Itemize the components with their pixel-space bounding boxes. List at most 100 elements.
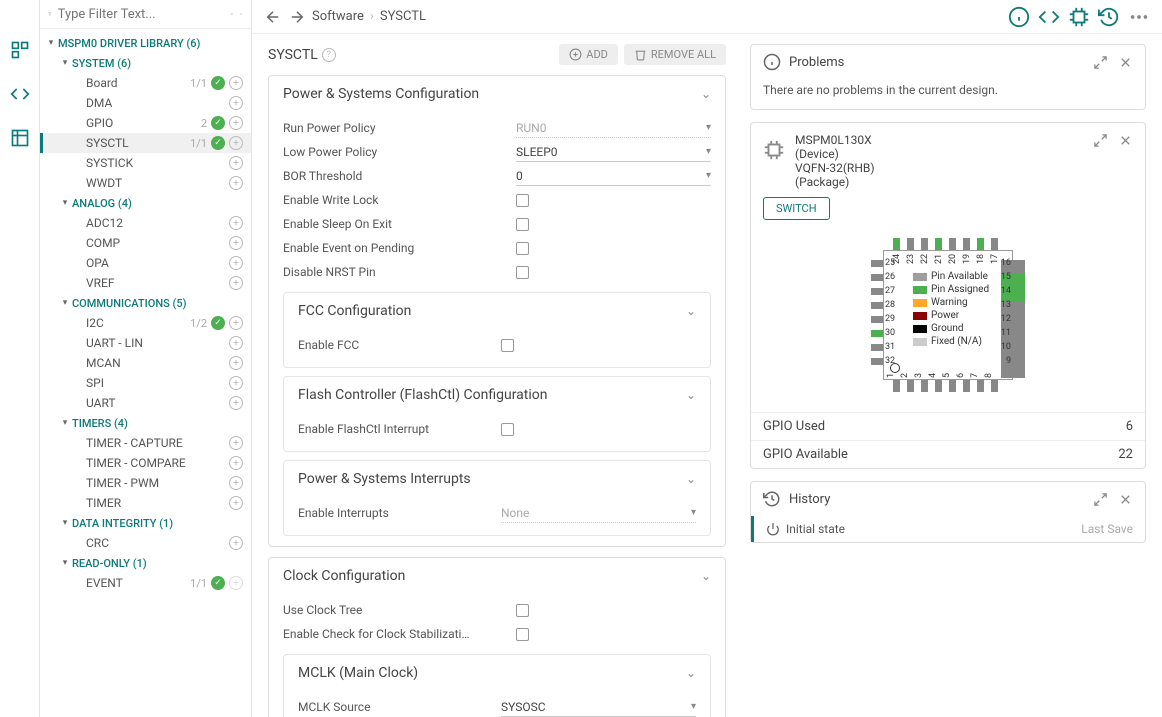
add-icon[interactable]: +: [229, 136, 243, 150]
close-icon[interactable]: [1118, 492, 1133, 507]
panel-header-power[interactable]: Power & Systems Configuration ⌄: [269, 76, 725, 112]
tree-row[interactable]: UART+: [40, 393, 251, 413]
check-sleep-exit[interactable]: [516, 218, 529, 231]
chip-pin[interactable]: [977, 380, 984, 392]
expand-icon[interactable]: [1093, 492, 1108, 507]
check-disable-nrst[interactable]: [516, 266, 529, 279]
rail-code-icon[interactable]: [10, 84, 30, 104]
tree-row[interactable]: TIMER - PWM+: [40, 473, 251, 493]
chip-pin[interactable]: [935, 238, 942, 250]
add-icon[interactable]: +: [229, 356, 243, 370]
help-icon[interactable]: ?: [322, 48, 336, 62]
info-icon[interactable]: [1008, 6, 1030, 28]
add-icon[interactable]: +: [229, 236, 243, 250]
add-icon[interactable]: +: [229, 336, 243, 350]
chip-pin[interactable]: [871, 288, 883, 295]
check-clock-stab[interactable]: [516, 628, 529, 641]
chip-pin[interactable]: [963, 380, 970, 392]
add-icon[interactable]: +: [229, 96, 243, 110]
close-icon[interactable]: [1118, 55, 1133, 70]
add-icon[interactable]: +: [229, 256, 243, 270]
check-flash-int[interactable]: [501, 423, 514, 436]
tree-row[interactable]: UART - LIN+: [40, 333, 251, 353]
chip-pin[interactable]: [935, 380, 942, 392]
check-event-pending[interactable]: [516, 242, 529, 255]
chip-pin[interactable]: [871, 302, 883, 309]
history-top-icon[interactable]: [1098, 6, 1120, 28]
chip-pin[interactable]: [991, 238, 998, 250]
add-icon[interactable]: +: [229, 496, 243, 510]
chip-pin[interactable]: [871, 274, 883, 281]
select-mclk-source[interactable]: SYSOSC▾: [501, 698, 696, 717]
check-enable-fcc[interactable]: [501, 339, 514, 352]
chip-pin[interactable]: [893, 380, 900, 392]
tree-row[interactable]: TIMER - CAPTURE+: [40, 433, 251, 453]
select-interrupts[interactable]: None▾: [501, 504, 696, 523]
chip-pin[interactable]: [871, 358, 883, 365]
tree-row[interactable]: COMP+: [40, 233, 251, 253]
tree-row[interactable]: TIMER+: [40, 493, 251, 513]
expand-icon[interactable]: [1093, 133, 1108, 148]
chip-pin[interactable]: [1001, 358, 1025, 378]
check-use-tree[interactable]: [516, 604, 529, 617]
rail-config-icon[interactable]: [10, 40, 30, 60]
panel-header-clock[interactable]: Clock Configuration⌄: [269, 558, 725, 594]
chip-pin[interactable]: [907, 380, 914, 392]
add-icon[interactable]: +: [229, 216, 243, 230]
tree-row[interactable]: SYSTICK+: [40, 153, 251, 173]
chip-icon[interactable]: [1068, 6, 1090, 28]
tree-row[interactable]: CRC+: [40, 533, 251, 553]
switch-button[interactable]: SWITCH: [763, 197, 830, 220]
add-icon[interactable]: +: [229, 156, 243, 170]
tree-row[interactable]: SYSCTL1/1✓+: [40, 133, 251, 153]
chip-pin[interactable]: [949, 380, 956, 392]
add-icon[interactable]: +: [229, 436, 243, 450]
filter-input[interactable]: [58, 7, 224, 22]
expand-icon[interactable]: [1093, 55, 1108, 70]
add-icon[interactable]: +: [229, 476, 243, 490]
select-bor[interactable]: 0▾: [516, 167, 711, 186]
add-button[interactable]: ADD: [559, 44, 618, 65]
chip-pin[interactable]: [871, 344, 883, 351]
remove-all-button[interactable]: REMOVE ALL: [624, 44, 726, 65]
tree-row[interactable]: ▾READ-ONLY (1): [40, 553, 251, 573]
tree-row[interactable]: ▾SYSTEM (6): [40, 53, 251, 73]
panel-header-fcc[interactable]: FCC Configuration⌄: [284, 293, 710, 329]
tree-row[interactable]: TIMER - COMPARE+: [40, 453, 251, 473]
add-icon[interactable]: +: [229, 116, 243, 130]
nav-forward-icon[interactable]: [288, 8, 306, 26]
tree-row[interactable]: MCAN+: [40, 353, 251, 373]
chip-pin[interactable]: [963, 238, 970, 250]
chip-pin[interactable]: [991, 380, 998, 392]
panel-header-flash[interactable]: Flash Controller (FlashCtl) Configuratio…: [284, 377, 710, 413]
clear-filter-icon[interactable]: [230, 6, 234, 22]
tree-row[interactable]: ▾ANALOG (4): [40, 193, 251, 213]
tree-row[interactable]: OPA+: [40, 253, 251, 273]
chip-pin[interactable]: [949, 238, 956, 250]
add-icon[interactable]: +: [229, 536, 243, 550]
history-initial[interactable]: Initial state Last Save: [751, 516, 1145, 542]
add-icon[interactable]: +: [229, 396, 243, 410]
add-icon[interactable]: +: [229, 176, 243, 190]
rail-table-icon[interactable]: [10, 128, 30, 148]
close-icon[interactable]: [1118, 133, 1133, 148]
tree-row[interactable]: SPI+: [40, 373, 251, 393]
tree-row[interactable]: ▾DATA INTEGRITY (1): [40, 513, 251, 533]
chip-pin[interactable]: [907, 238, 914, 250]
add-icon[interactable]: +: [229, 376, 243, 390]
panel-header-interrupts[interactable]: Power & Systems Interrupts⌄: [284, 461, 710, 497]
filter-icon[interactable]: [48, 6, 52, 22]
breadcrumb-software[interactable]: Software: [312, 9, 364, 24]
tree-row[interactable]: Board1/1✓+: [40, 73, 251, 93]
collapse-sidebar-icon[interactable]: [239, 6, 243, 22]
more-icon[interactable]: [1128, 6, 1150, 28]
tree-row[interactable]: ▾TIMERS (4): [40, 413, 251, 433]
check-write-lock[interactable]: [516, 194, 529, 207]
add-icon[interactable]: +: [229, 76, 243, 90]
chip-pin[interactable]: [871, 330, 883, 337]
tree-row[interactable]: ▾COMMUNICATIONS (5): [40, 293, 251, 313]
code-icon[interactable]: [1038, 6, 1060, 28]
tree-row[interactable]: DMA+: [40, 93, 251, 113]
select-run-power[interactable]: RUN0▾: [516, 119, 711, 138]
add-icon[interactable]: +: [229, 316, 243, 330]
